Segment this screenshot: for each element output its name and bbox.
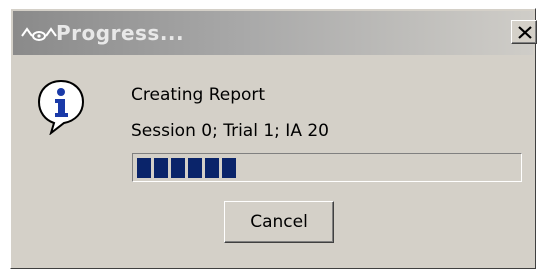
title-bar[interactable]: Progress... <box>13 11 537 55</box>
status-message: Creating Report <box>131 85 266 105</box>
close-button[interactable] <box>511 20 537 44</box>
progress-block <box>137 158 151 178</box>
progress-block <box>171 158 185 178</box>
detail-message: Session 0; Trial 1; IA 20 <box>131 121 329 141</box>
progress-fill <box>137 158 236 178</box>
progress-block <box>205 158 219 178</box>
close-icon <box>518 26 532 39</box>
waveform-eye-icon <box>21 24 59 44</box>
progress-block <box>154 158 168 178</box>
cancel-button[interactable]: Cancel <box>224 201 334 243</box>
progress-block <box>188 158 202 178</box>
info-icon <box>36 79 86 136</box>
window-title: Progress... <box>56 21 185 45</box>
progress-block <box>222 158 236 178</box>
progress-bar <box>132 153 522 182</box>
progress-dialog: Progress... Creating Report Session 0; T… <box>10 8 537 269</box>
